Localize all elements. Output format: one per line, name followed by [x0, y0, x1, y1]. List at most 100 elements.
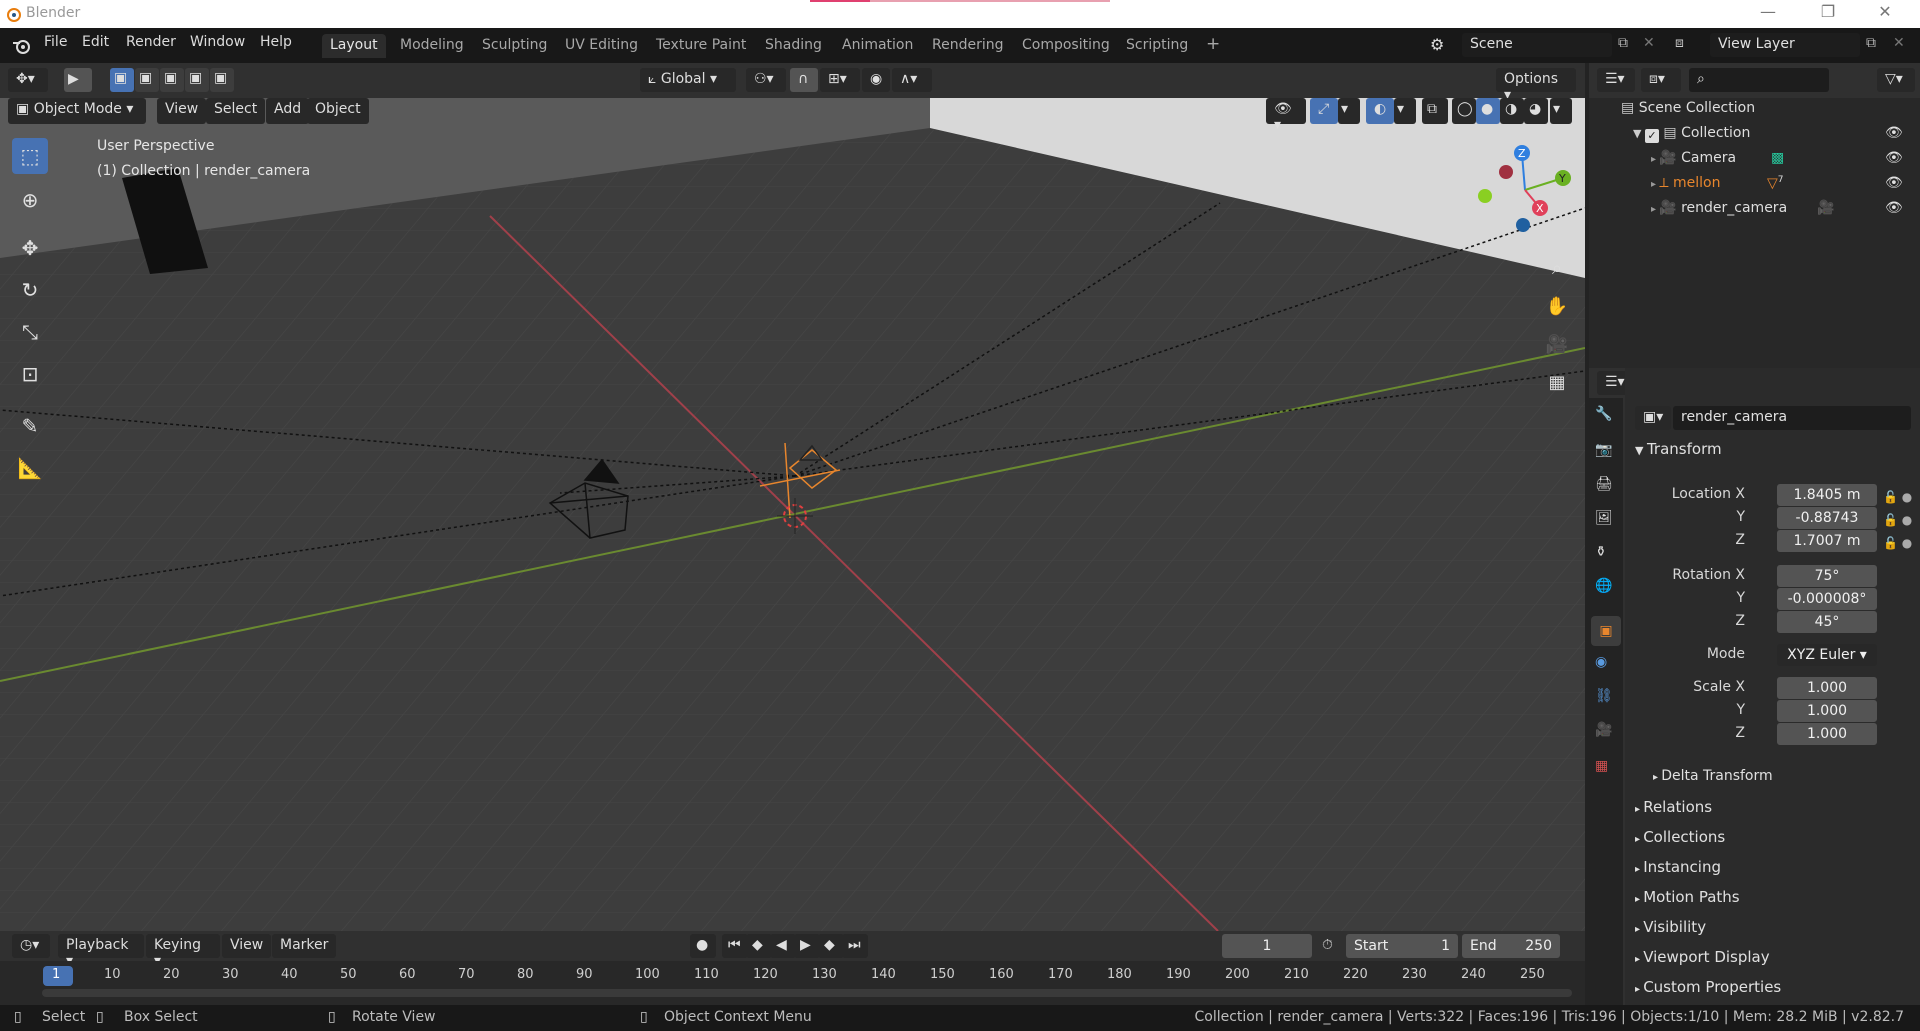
wireframe-shading-button[interactable]: ◯ — [1452, 98, 1476, 124]
tab-rendering[interactable]: Rendering — [924, 34, 1012, 58]
rotation-z-field[interactable]: 45° — [1777, 611, 1877, 633]
camera-data-icon[interactable]: 🎥 — [1817, 200, 1834, 216]
timeline-scrollbar[interactable] — [42, 989, 1572, 997]
3d-viewport[interactable]: ▣ Object Mode ▾ View Select Add Object 👁… — [0, 98, 1585, 931]
camera-view-button[interactable]: 🎥 — [1542, 330, 1572, 360]
mode-dropdown[interactable]: ▣ Object Mode ▾ — [8, 98, 146, 124]
new-scene-icon[interactable]: ⧉ — [1618, 35, 1628, 51]
expand-arrow-icon[interactable]: ▸ — [1651, 154, 1659, 165]
close-button[interactable]: ✕ — [1862, 2, 1908, 26]
pivot-point-dropdown[interactable]: ⚇▾ — [746, 68, 786, 92]
location-x-field[interactable]: 1.8405 m — [1777, 484, 1877, 506]
render-tab-icon[interactable]: 📷 — [1595, 442, 1612, 458]
navigation-gizmo[interactable]: Z Y X — [1470, 140, 1580, 240]
pan-view-button[interactable]: ✋ — [1542, 292, 1572, 322]
lock-icon[interactable]: 🔓 ● — [1883, 532, 1912, 555]
tab-layout[interactable]: Layout — [322, 34, 386, 58]
tweak-tool[interactable]: ⬚ — [12, 138, 48, 174]
viewport-menu-object[interactable]: Object — [307, 98, 369, 124]
jump-start-button[interactable]: ⏮ — [722, 934, 748, 958]
disclosure-triangle-icon[interactable]: ▼ — [1633, 127, 1645, 140]
tool-tab-icon[interactable]: 🔧 — [1595, 406, 1612, 422]
viewport-menu-add[interactable]: Add — [266, 98, 310, 124]
mode-intersect-button[interactable]: ▣ — [210, 68, 234, 92]
lock-icon[interactable]: 🔓 ● — [1883, 509, 1912, 532]
eye-icon[interactable]: 👁 — [1885, 200, 1903, 216]
scale-z-field[interactable]: 1.000 — [1777, 723, 1877, 745]
gizmo-dropdown[interactable]: ▾ — [1338, 98, 1360, 124]
menu-window[interactable]: Window — [190, 34, 245, 50]
outliner-row-render-camera[interactable]: ▸ 🎥 render_camera 🎥 👁 — [1651, 200, 1909, 225]
tab-scripting[interactable]: Scripting — [1118, 34, 1196, 58]
eye-icon[interactable]: 👁 — [1885, 125, 1903, 141]
measure-tool[interactable]: 📐 — [12, 450, 48, 486]
snap-target-dropdown[interactable]: ⊞▾ — [820, 68, 860, 92]
overlay-toggle[interactable]: ◐ — [1366, 98, 1394, 124]
xray-toggle[interactable]: ⧉ — [1422, 98, 1448, 124]
maximize-button[interactable]: ❐ — [1805, 2, 1851, 26]
object-name-field[interactable]: render_camera — [1673, 406, 1911, 430]
keying-menu[interactable]: Keying ▾ — [146, 934, 220, 969]
rotation-x-field[interactable]: 75° — [1777, 565, 1877, 587]
transform-tool[interactable]: ⊡ — [12, 356, 48, 392]
tab-animation[interactable]: Animation — [834, 34, 921, 58]
move-tool[interactable]: ✥ — [12, 230, 48, 266]
falloff-dropdown[interactable]: ∧▾ — [892, 68, 932, 92]
view-layer-tab-icon[interactable]: 🖼 — [1595, 510, 1613, 526]
playback-menu[interactable]: Playback ▾ — [58, 934, 144, 969]
menu-edit[interactable]: Edit — [82, 34, 109, 50]
next-keyframe-button[interactable]: ◆ — [818, 934, 844, 958]
options-dropdown[interactable]: Options ▾ — [1496, 68, 1576, 103]
transform-orientation-dropdown[interactable]: ⟀ Global ▾ — [640, 68, 736, 92]
expand-arrow-icon[interactable]: ▸ — [1651, 204, 1659, 215]
select-tool-button[interactable]: ▶ — [64, 68, 92, 92]
scale-x-field[interactable]: 1.000 — [1777, 677, 1877, 699]
eye-icon[interactable]: 👁 — [1885, 175, 1903, 191]
mode-extend-button[interactable]: ▣ — [135, 68, 159, 92]
prev-keyframe-button[interactable]: ◆ — [746, 934, 772, 958]
object-data-type-dropdown[interactable]: ▣▾ — [1635, 406, 1671, 430]
custom-properties-panel[interactable]: ▸ Custom Properties — [1635, 978, 1915, 996]
zoom-view-button[interactable]: ⌕ — [1542, 254, 1572, 284]
current-frame-field[interactable]: 1 — [1222, 934, 1312, 958]
overlay-dropdown[interactable]: ▾ — [1394, 98, 1416, 124]
blender-menu-icon[interactable] — [12, 37, 32, 55]
output-tab-icon[interactable]: 🖨 — [1595, 476, 1613, 492]
scene-selector-icon[interactable]: ⚙ — [1430, 35, 1444, 54]
expand-arrow-icon[interactable]: ▸ — [1651, 179, 1659, 190]
mode-set-button[interactable]: ▣ — [110, 68, 134, 92]
collections-panel[interactable]: ▸ Collections — [1635, 828, 1915, 846]
menu-help[interactable]: Help — [260, 34, 292, 50]
preview-range-icon[interactable]: ⏱ — [1322, 937, 1333, 953]
object-data-tab-icon[interactable]: 🎥 — [1595, 722, 1612, 738]
play-button[interactable]: ▶ — [794, 934, 820, 958]
mode-invert-button[interactable]: ▣ — [185, 68, 209, 92]
tab-uv-editing[interactable]: UV Editing — [557, 34, 646, 58]
neg-z-axis-handle[interactable] — [1516, 218, 1530, 232]
scene-field[interactable]: Scene — [1462, 33, 1612, 57]
outliner-editor-type[interactable]: ☰▾ — [1597, 68, 1635, 92]
end-frame-field[interactable]: End 250 — [1462, 934, 1560, 958]
object-tab-icon[interactable]: ▣ — [1591, 616, 1621, 646]
marker-menu[interactable]: Marker — [272, 934, 337, 958]
eye-icon[interactable]: 👁 — [1885, 150, 1903, 166]
outliner-row-mellon[interactable]: ▸ ⟂ mellon ▽7 👁 — [1651, 175, 1909, 200]
filter-dropdown[interactable]: ▽▾ — [1877, 68, 1915, 92]
snap-toggle[interactable]: ∩ — [790, 68, 818, 92]
cursor-tool[interactable]: ⊕ — [12, 182, 48, 218]
rotate-tool[interactable]: ↻ — [12, 272, 48, 308]
rotation-y-field[interactable]: -0.000008° — [1777, 588, 1877, 610]
new-view-layer-icon[interactable]: ⧉ — [1866, 35, 1876, 51]
play-reverse-button[interactable]: ◀ — [770, 934, 796, 958]
gizmo-toggle[interactable]: ⤢ — [1310, 98, 1338, 124]
viewport-display-panel[interactable]: ▸ Viewport Display — [1635, 948, 1915, 966]
scale-tool[interactable]: ⤡ — [12, 314, 48, 350]
lock-icon[interactable]: 🔓 ● — [1883, 486, 1912, 509]
scale-y-field[interactable]: 1.000 — [1777, 700, 1877, 722]
minimize-button[interactable]: — — [1745, 2, 1791, 26]
record-button[interactable]: ● — [690, 934, 716, 958]
transform-panel-header[interactable]: ▼ Transform — [1635, 440, 1722, 458]
proportional-edit-toggle[interactable]: ◉ — [862, 68, 890, 92]
visibility-dropdown[interactable]: 👁▾ — [1266, 98, 1306, 133]
delete-view-layer-icon[interactable]: ✕ — [1893, 35, 1905, 51]
